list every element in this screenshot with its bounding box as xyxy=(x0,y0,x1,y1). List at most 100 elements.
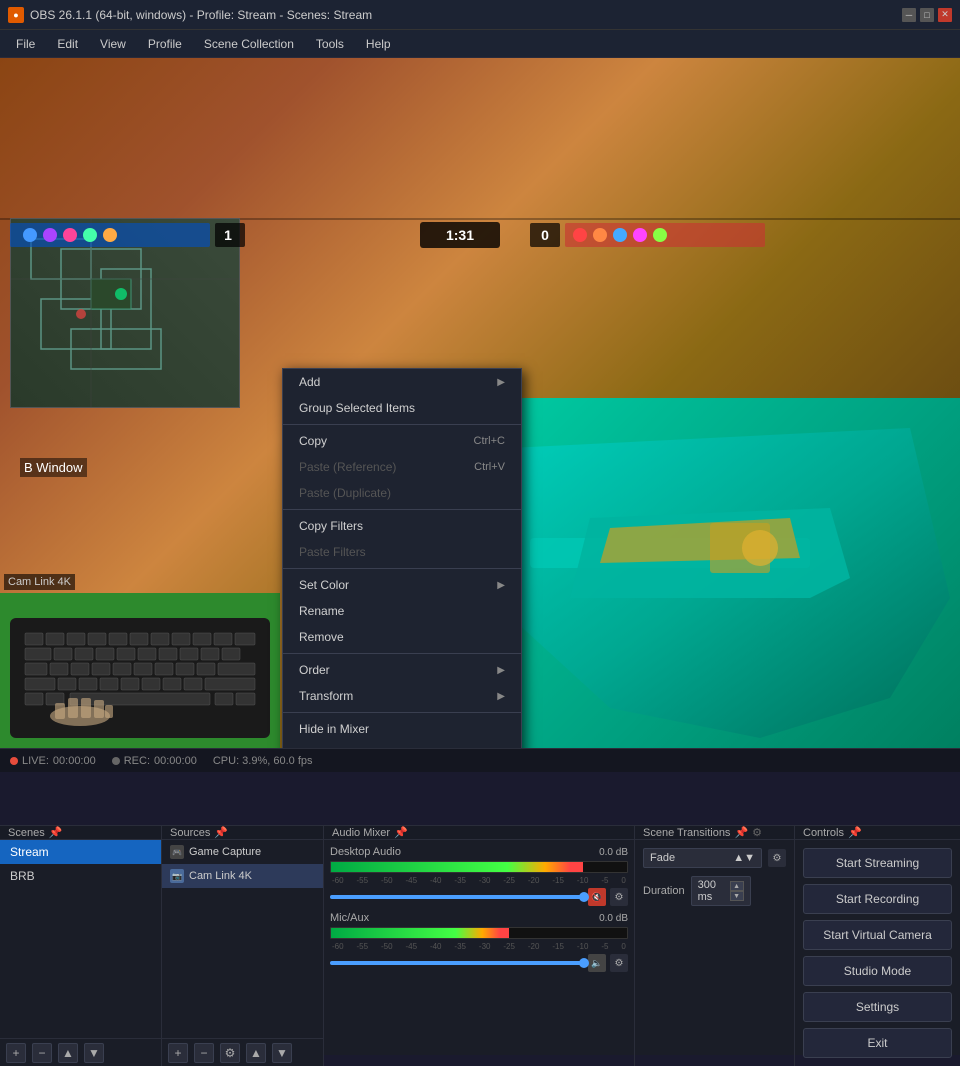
scene-item-brb[interactable]: BRB xyxy=(0,864,161,888)
ctx-set-color[interactable]: Set Color ▶ xyxy=(283,572,521,598)
source-game-icon: 🎮 xyxy=(170,845,184,859)
scene-item-stream[interactable]: Stream xyxy=(0,840,161,864)
mic-aux-mute[interactable]: 🔈 xyxy=(588,954,606,972)
mic-aux-header: Mic/Aux 0.0 dB xyxy=(330,912,628,924)
controls-panel: Start Streaming Start Recording Start Vi… xyxy=(795,840,960,1066)
title-text: OBS 26.1.1 (64-bit, windows) - Profile: … xyxy=(30,8,372,22)
live-time: 00:00:00 xyxy=(53,755,96,767)
duration-up[interactable]: ▲ xyxy=(730,881,744,891)
transitions-type-row: Fade ▲▼ ⚙ xyxy=(643,848,786,868)
ctx-set-color-arrow: ▶ xyxy=(497,580,505,591)
transition-settings-btn[interactable]: ⚙ xyxy=(768,849,786,867)
minimize-button[interactable]: ─ xyxy=(902,8,916,22)
audio-pin-icon[interactable]: 📌 xyxy=(394,826,408,839)
exit-button[interactable]: Exit xyxy=(803,1028,952,1058)
start-virtual-camera-button[interactable]: Start Virtual Camera xyxy=(803,920,952,950)
ctx-add[interactable]: Add ▶ xyxy=(283,369,521,395)
mic-aux-meter-fill xyxy=(331,928,509,938)
ctx-group-selected[interactable]: Group Selected Items xyxy=(283,395,521,421)
controls-content: Start Streaming Start Recording Start Vi… xyxy=(795,840,960,1066)
ctx-transform-arrow: ▶ xyxy=(497,691,505,702)
start-recording-button[interactable]: Start Recording xyxy=(803,884,952,914)
source-item-cam-link[interactable]: 📷 Cam Link 4K xyxy=(162,864,323,888)
title-bar-left: ● OBS 26.1.1 (64-bit, windows) - Profile… xyxy=(8,7,372,23)
mic-aux-slider[interactable] xyxy=(330,961,584,965)
keyboard-overlay xyxy=(10,618,270,738)
ctx-deinterlacing[interactable]: Deinterlacing ▶ xyxy=(283,742,521,748)
sources-remove-btn[interactable]: − xyxy=(194,1043,214,1063)
menu-view[interactable]: View xyxy=(90,33,136,55)
menu-edit[interactable]: Edit xyxy=(47,33,88,55)
settings-button[interactable]: Settings xyxy=(803,992,952,1022)
scenes-add-btn[interactable]: + xyxy=(6,1043,26,1063)
ctx-sep-3 xyxy=(283,568,521,569)
mic-aux-thumb xyxy=(579,958,589,968)
maximize-button[interactable]: □ xyxy=(920,8,934,22)
audio-mixer-panel: Desktop Audio 0.0 dB -60 -55 -50 -45 -40… xyxy=(324,840,635,1066)
sources-settings-btn[interactable]: ⚙ xyxy=(220,1043,240,1063)
preview-area: B Window xyxy=(0,58,960,748)
green-screen-area xyxy=(0,593,280,748)
rec-dot xyxy=(112,757,120,765)
transitions-section-header: Scene Transitions 📌 ⚙ xyxy=(635,826,795,839)
scenes-down-btn[interactable]: ▼ xyxy=(84,1043,104,1063)
scenes-panel-label: Scenes xyxy=(8,827,45,839)
duration-label: Duration xyxy=(643,885,685,897)
menu-file[interactable]: File xyxy=(6,33,45,55)
desktop-audio-mute[interactable]: 🔇 xyxy=(588,888,606,906)
cpu-label: CPU: 3.9%, 60.0 fps xyxy=(213,755,313,767)
status-bar: LIVE: 00:00:00 REC: 00:00:00 CPU: 3.9%, … xyxy=(0,748,960,772)
ctx-copy[interactable]: Copy Ctrl+C xyxy=(283,428,521,454)
start-streaming-button[interactable]: Start Streaming xyxy=(803,848,952,878)
window-controls: ─ □ ✕ xyxy=(902,8,952,22)
bottom-panel: Scenes 📌 Sources 📌 Audio Mixer 📌 Scene T… xyxy=(0,825,960,1055)
ctx-copy-filters[interactable]: Copy Filters xyxy=(283,513,521,539)
sources-section-header: Sources 📌 xyxy=(162,826,324,839)
scenes-list: Stream BRB xyxy=(0,840,161,1038)
desktop-audio-gear[interactable]: ⚙ xyxy=(610,888,628,906)
ctx-order[interactable]: Order ▶ xyxy=(283,657,521,683)
mic-aux-db: 0.0 dB xyxy=(599,913,628,924)
scenes-remove-btn[interactable]: − xyxy=(32,1043,52,1063)
transition-type-select[interactable]: Fade ▲▼ xyxy=(643,848,762,868)
hud-top-bar: 1 1:31 0 xyxy=(0,218,960,258)
sources-pin-icon[interactable]: 📌 xyxy=(214,826,228,839)
duration-spinner[interactable]: ▲ ▼ xyxy=(730,881,744,901)
mic-aux-gear[interactable]: ⚙ xyxy=(610,954,628,972)
scenes-toolbar: + − ▲ ▼ xyxy=(0,1038,161,1066)
svg-text:1:31: 1:31 xyxy=(446,227,474,243)
controls-pin-icon[interactable]: 📌 xyxy=(848,826,862,839)
desktop-audio-slider[interactable] xyxy=(330,895,584,899)
menu-tools[interactable]: Tools xyxy=(306,33,354,55)
transitions-pin-icon[interactable]: 📌 xyxy=(734,826,748,839)
transitions-settings-icon[interactable]: ⚙ xyxy=(752,826,762,839)
ctx-hide-in-mixer[interactable]: Hide in Mixer xyxy=(283,716,521,742)
ctx-transform[interactable]: Transform ▶ xyxy=(283,683,521,709)
ctx-remove[interactable]: Remove xyxy=(283,624,521,650)
ctx-rename[interactable]: Rename xyxy=(283,598,521,624)
scenes-up-btn[interactable]: ▲ xyxy=(58,1043,78,1063)
sources-up-btn[interactable]: ▲ xyxy=(246,1043,266,1063)
menu-scene-collection[interactable]: Scene Collection xyxy=(194,33,304,55)
source-item-game-capture[interactable]: 🎮 Game Capture xyxy=(162,840,323,864)
menu-profile[interactable]: Profile xyxy=(138,33,192,55)
sources-down-btn[interactable]: ▼ xyxy=(272,1043,292,1063)
sources-add-btn[interactable]: + xyxy=(168,1043,188,1063)
ctx-sep-5 xyxy=(283,712,521,713)
audio-panel-label: Audio Mixer xyxy=(332,827,390,839)
mic-aux-scale: -60 -55 -50 -45 -40 -35 -30 -25 -20 -15 … xyxy=(330,942,628,951)
transitions-content: Fade ▲▼ ⚙ Duration 300 ms ▲ ▼ xyxy=(635,840,794,1066)
desktop-audio-label: Desktop Audio xyxy=(330,846,401,858)
duration-value: 300 ms xyxy=(698,879,730,903)
duration-input[interactable]: 300 ms ▲ ▼ xyxy=(691,876,751,906)
duration-down[interactable]: ▼ xyxy=(730,891,744,901)
scenes-pin-icon[interactable]: 📌 xyxy=(49,826,63,839)
close-button[interactable]: ✕ xyxy=(938,8,952,22)
sources-list: 🎮 Game Capture 📷 Cam Link 4K xyxy=(162,840,323,1038)
studio-mode-button[interactable]: Studio Mode xyxy=(803,956,952,986)
desktop-audio-db: 0.0 dB xyxy=(599,847,628,858)
menu-help[interactable]: Help xyxy=(356,33,401,55)
transitions-panel-label: Scene Transitions xyxy=(643,827,730,839)
ctx-sep-1 xyxy=(283,424,521,425)
duration-row: Duration 300 ms ▲ ▼ xyxy=(643,876,786,906)
